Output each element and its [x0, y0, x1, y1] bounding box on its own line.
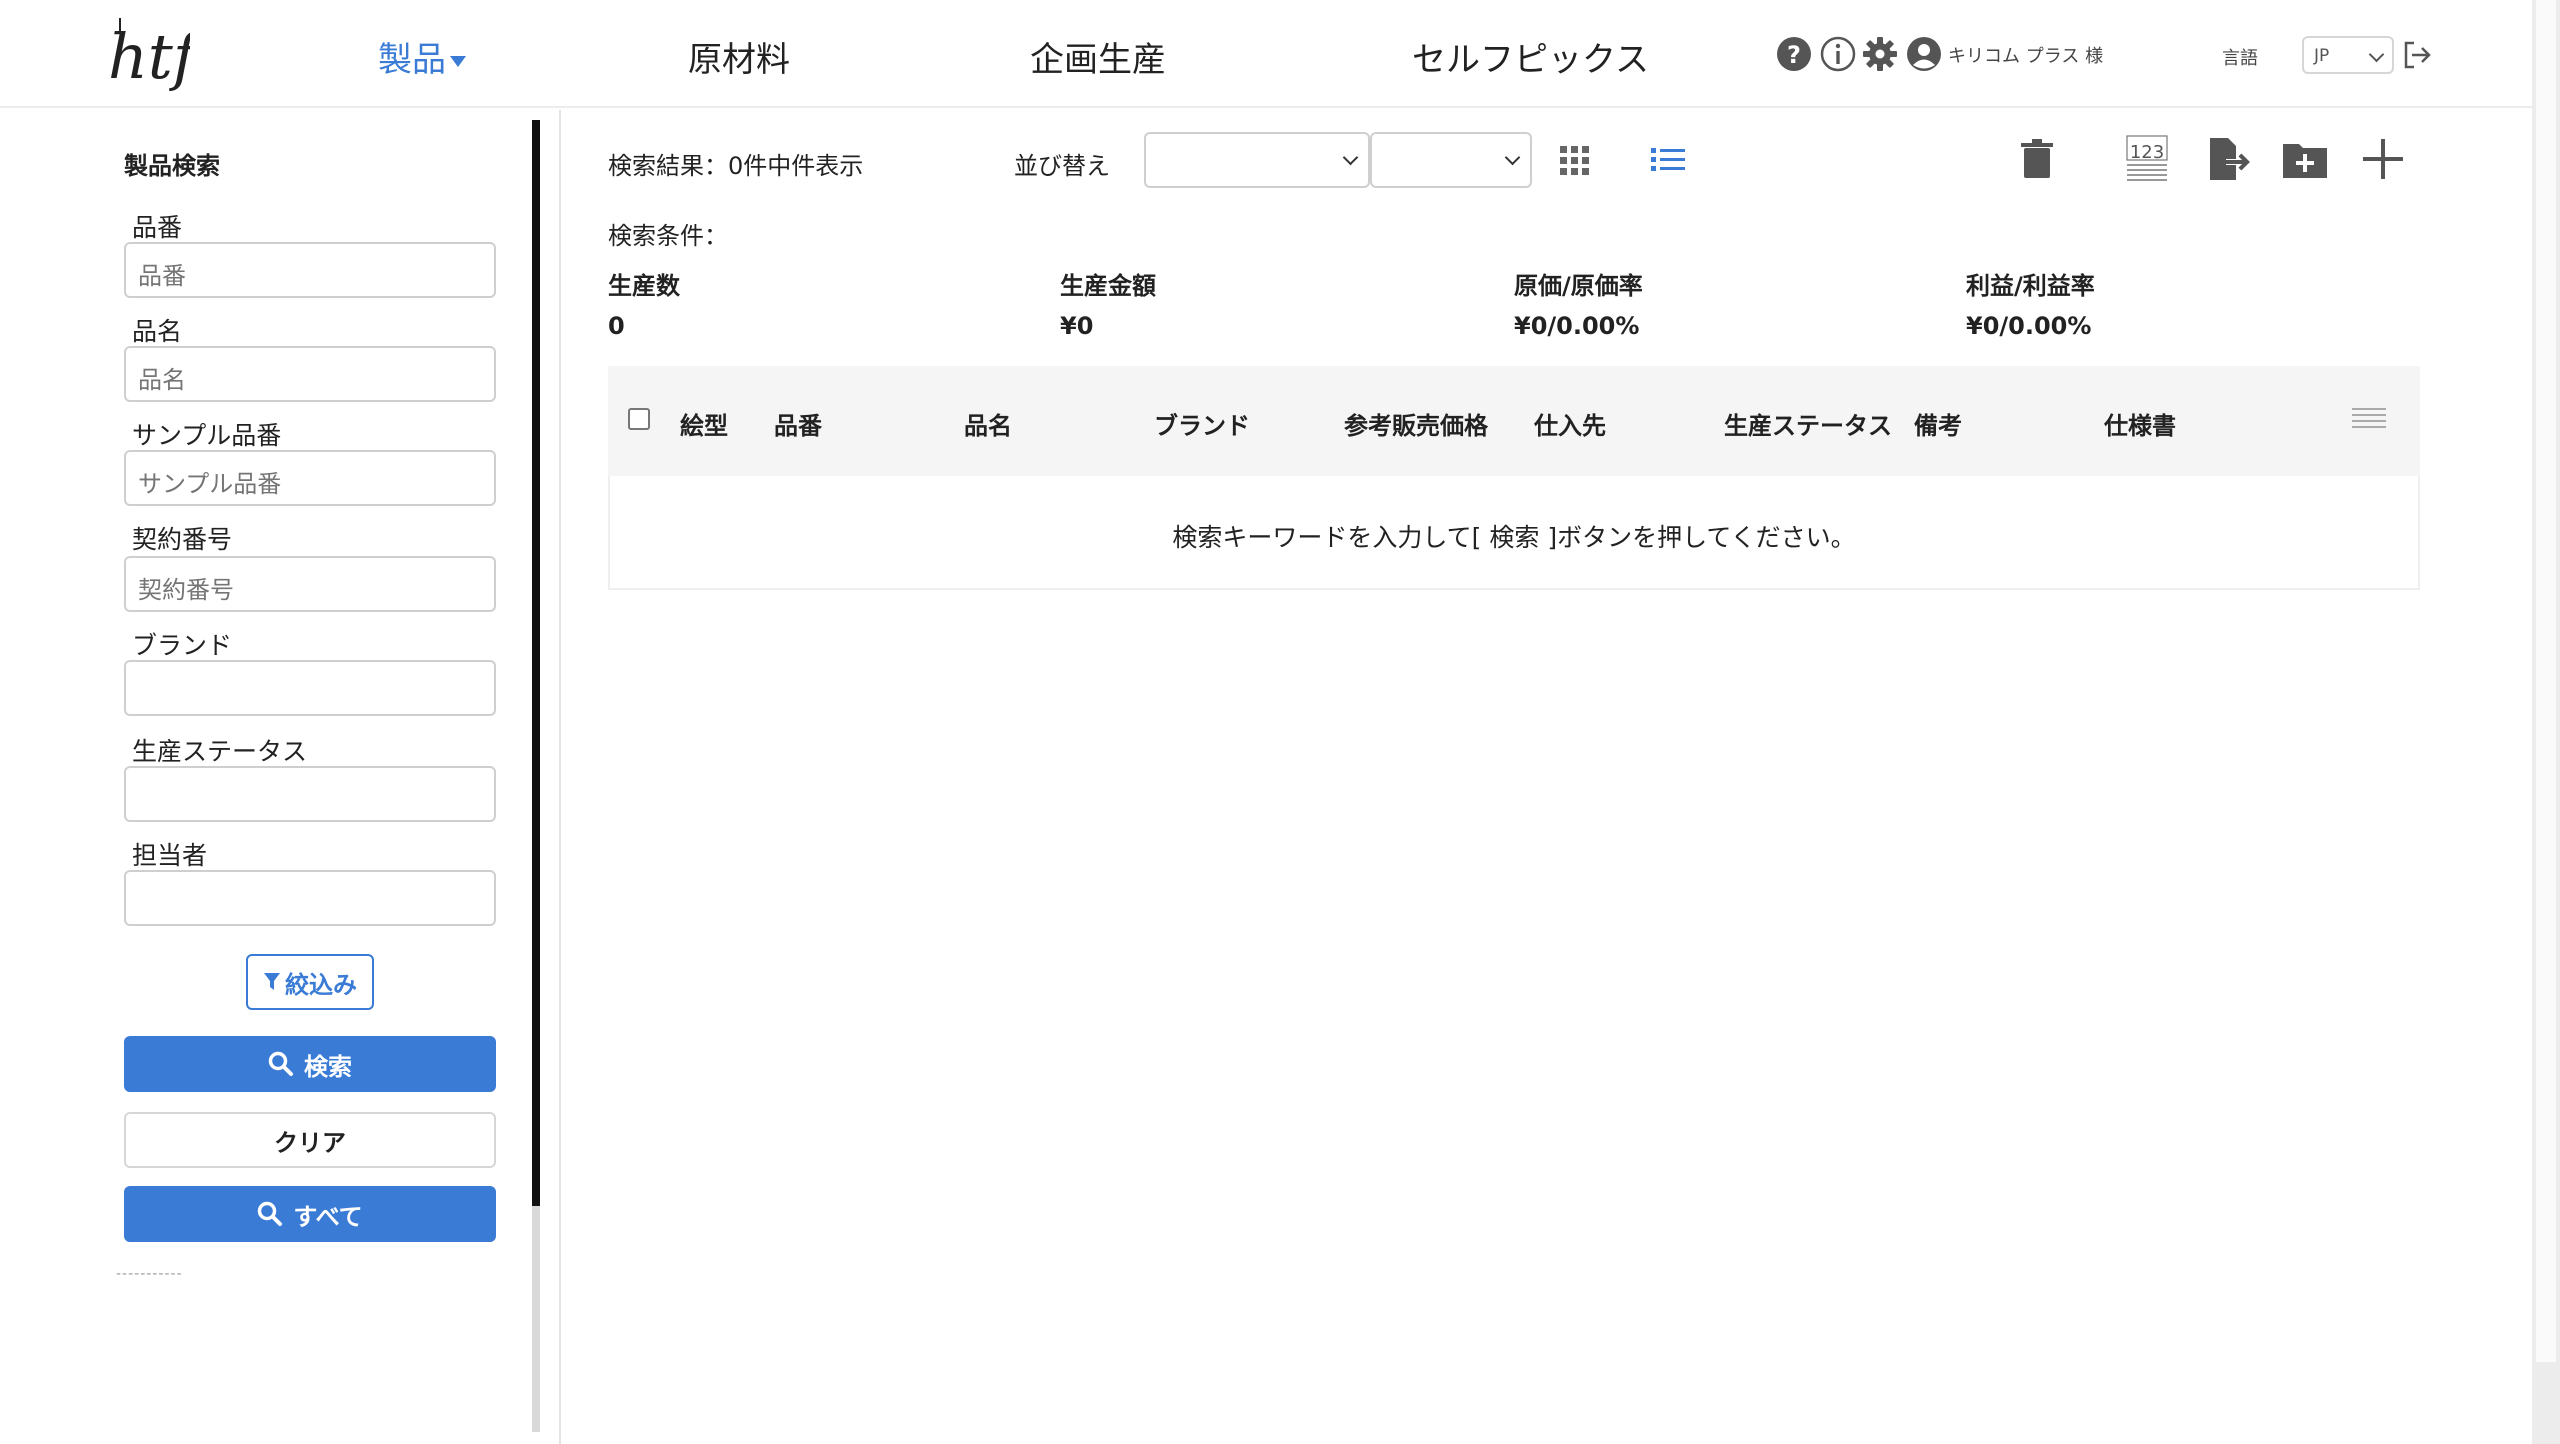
add-folder-icon[interactable] [2280, 134, 2330, 184]
nav-self-picks[interactable]: セルフピックス [1412, 32, 1649, 81]
page-scrollbar[interactable] [2532, 0, 2560, 1444]
list-view-icon[interactable] [1648, 140, 1688, 180]
field-label-person-in-charge: 担当者 [132, 841, 208, 870]
search-all-button[interactable]: すべて [124, 1186, 496, 1242]
search-conditions-label: 検索条件： [608, 222, 728, 250]
field-label-production-status: 生産ステータス [132, 737, 308, 766]
numbering-icon[interactable]: 123 [2122, 134, 2172, 184]
column-menu-icon[interactable] [2352, 408, 2386, 430]
page-scrollbar-thumb[interactable] [2536, 0, 2556, 1362]
info-icon[interactable] [1820, 36, 1856, 72]
export-icon[interactable] [2202, 134, 2252, 184]
plus-icon[interactable] [2358, 134, 2408, 184]
user-icon[interactable] [1906, 36, 1942, 72]
summary-label-cost: 原価/原価率 [1514, 272, 1643, 300]
filter-button[interactable]: 絞込み [246, 954, 374, 1010]
sidebar-title: 製品検索 [124, 152, 220, 180]
field-label-product-name: 品名 [132, 317, 183, 346]
summary-value-amount: ¥0 [1060, 312, 1094, 340]
main-content: 検索結果：0件中件表示 並び替え 123 検索条件： 生産数 0 生産金額 ¥0… [562, 110, 2532, 1444]
htf-logo[interactable]: htf [106, 12, 190, 96]
user-name: キリコム プラス 様 [1948, 46, 2104, 67]
language-select[interactable]: JP [2302, 36, 2394, 74]
top-header: htf 製品 原材料 企画生産 セルフピックス ? キリコム プラス 様 言語 … [0, 0, 2532, 108]
nav-products[interactable]: 製品 [378, 32, 466, 81]
sidebar-scrollbar-thumb[interactable] [532, 120, 540, 1206]
sort-label: 並び替え [1014, 152, 1110, 180]
column-header-product-name[interactable]: 品名 [964, 406, 1012, 441]
search-icon [258, 1201, 283, 1226]
summary-value-quantity: 0 [608, 312, 625, 340]
search-button[interactable]: 検索 [124, 1036, 496, 1092]
sidebar-divider: ----------- [116, 1266, 183, 1282]
clear-button[interactable]: クリア [124, 1112, 496, 1168]
search-sidebar: 製品検索 品番 品名 サンプル品番 契約番号 ブランド 生産ステータス 担当者 … [0, 110, 560, 1444]
sample-code-input[interactable] [124, 450, 496, 506]
sort-order-select[interactable] [1370, 132, 1532, 188]
column-header-illustration[interactable]: 絵型 [680, 406, 728, 441]
language-label: 言語 [2222, 48, 2258, 69]
summary-label-amount: 生産金額 [1060, 272, 1156, 300]
column-header-reference-price[interactable]: 参考販売価格 [1344, 406, 1488, 441]
logout-icon[interactable] [2400, 38, 2434, 72]
field-label-brand: ブランド [132, 631, 233, 660]
chevron-down-icon [1504, 149, 1521, 166]
language-value: JP [2314, 46, 2330, 66]
column-header-notes[interactable]: 備考 [1914, 406, 1962, 441]
brand-input[interactable] [124, 660, 496, 716]
summary-label-quantity: 生産数 [608, 272, 680, 300]
search-button-label: 検索 [304, 1052, 352, 1081]
summary-value-cost: ¥0/0.00% [1514, 312, 1640, 340]
person-in-charge-input[interactable] [124, 870, 496, 926]
search-icon [268, 1051, 293, 1076]
summary-label-profit: 利益/利益率 [1966, 272, 2095, 300]
empty-message: 検索キーワードを入力して[ 検索 ]ボタンを押してください。 [1172, 523, 1856, 552]
filter-button-label: 絞込み [285, 970, 357, 999]
product-name-input[interactable] [124, 346, 496, 402]
contract-number-input[interactable] [124, 556, 496, 612]
column-header-supplier[interactable]: 仕入先 [1534, 406, 1606, 441]
production-status-input[interactable] [124, 766, 496, 822]
nav-materials[interactable]: 原材料 [688, 32, 790, 81]
settings-icon[interactable] [1862, 36, 1898, 72]
search-all-button-label: すべて [293, 1202, 363, 1231]
trash-icon[interactable] [2012, 134, 2062, 184]
column-header-production-status[interactable]: 生産ステータス [1724, 406, 1892, 441]
field-label-sample-code: サンプル品番 [132, 421, 282, 450]
grid-view-icon[interactable] [1554, 140, 1594, 180]
field-label-contract-number: 契約番号 [132, 525, 233, 554]
select-all-checkbox[interactable] [628, 408, 650, 430]
column-header-spec-sheet[interactable]: 仕様書 [2104, 406, 2176, 441]
results-table-body: 検索キーワードを入力して[ 検索 ]ボタンを押してください。 [608, 476, 2420, 590]
chevron-down-icon [2368, 46, 2385, 63]
sort-field-select[interactable] [1144, 132, 1370, 188]
summary-value-profit: ¥0/0.00% [1966, 312, 2092, 340]
column-header-brand[interactable]: ブランド [1154, 406, 1250, 441]
help-icon[interactable]: ? [1776, 36, 1812, 72]
results-table-header: 絵型 品番 品名 ブランド 参考販売価格 仕入先 生産ステータス 備考 仕様書 [608, 366, 2420, 476]
svg-text:?: ? [1787, 41, 1801, 69]
nav-planning[interactable]: 企画生産 [1030, 32, 1166, 81]
column-header-product-code[interactable]: 品番 [774, 406, 822, 441]
chevron-down-icon [1342, 149, 1359, 166]
nav-products-label: 製品 [378, 40, 446, 80]
sidebar-scrollbar[interactable] [532, 120, 540, 1432]
caret-down-icon [450, 56, 466, 67]
funnel-icon [264, 973, 280, 990]
product-code-input[interactable] [124, 242, 496, 298]
main-divider [559, 110, 561, 1444]
field-label-product-code: 品番 [132, 213, 183, 242]
result-count: 検索結果：0件中件表示 [608, 152, 864, 180]
